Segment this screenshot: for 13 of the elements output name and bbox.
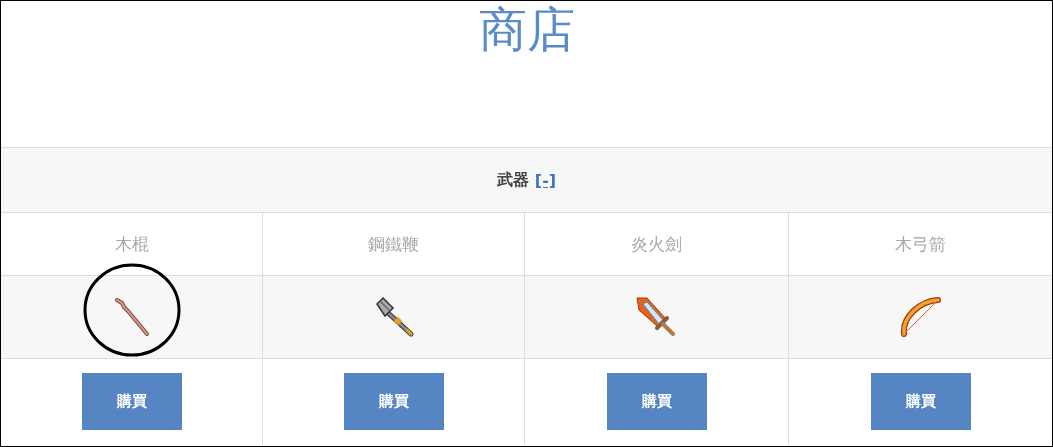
staff-icon	[113, 297, 150, 337]
bow-icon	[899, 297, 942, 337]
item-name: 木弓箭	[895, 232, 946, 256]
buy-button[interactable]: 購買	[606, 372, 707, 430]
collapse-link[interactable]: [-]	[534, 170, 557, 190]
item-name: 木棍	[114, 232, 149, 256]
buy-button[interactable]: 購買	[81, 372, 182, 430]
category-title: 武器	[496, 169, 529, 191]
item-name: 炎火劍	[631, 232, 682, 256]
buy-button[interactable]: 購買	[343, 372, 444, 430]
item-name: 鋼鐵鞭	[368, 232, 419, 256]
buy-button[interactable]: 購買	[870, 372, 971, 430]
page-title: 商店	[477, 1, 576, 57]
